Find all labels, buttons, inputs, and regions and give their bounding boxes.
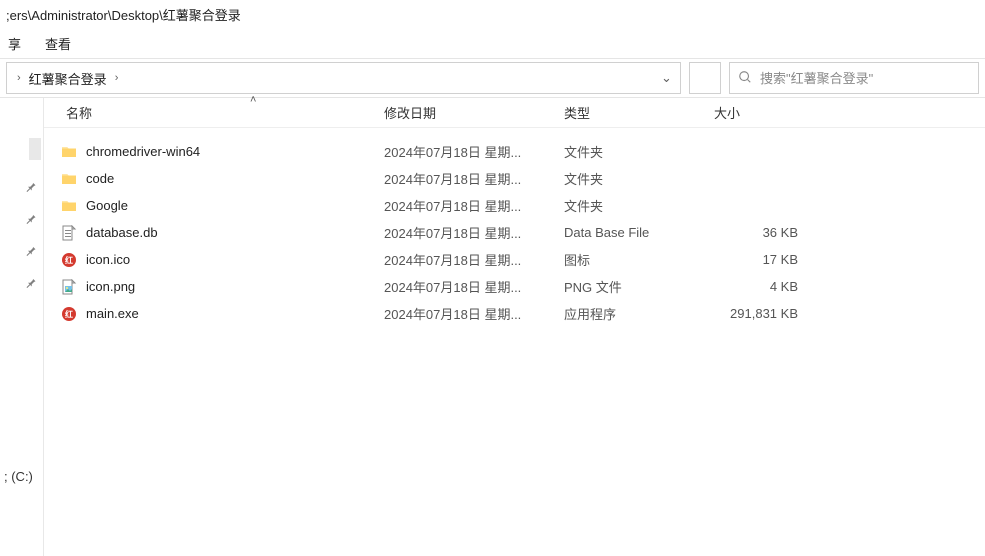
file-name: icon.png	[86, 279, 135, 294]
file-type: 图标	[564, 250, 714, 269]
window-path: ;ers\Administrator\Desktop\红薯聚合登录	[6, 5, 241, 24]
file-type: PNG 文件	[564, 277, 714, 296]
file-type: 文件夹	[564, 142, 714, 161]
file-row[interactable]: icon.png 2024年07月18日 星期...PNG 文件4 KB	[44, 273, 985, 300]
file-name-cell: chromedriver-win64	[60, 143, 384, 161]
svg-text:红: 红	[65, 255, 73, 265]
breadcrumb[interactable]: › 红薯聚合登录 › ⌄	[6, 62, 681, 94]
search-icon	[738, 70, 752, 87]
file-size: 17 KB	[714, 252, 804, 267]
sort-asc-icon: ˄	[250, 94, 256, 106]
column-header-date[interactable]: 修改日期	[384, 103, 564, 122]
file-size: 36 KB	[714, 225, 804, 240]
file-row[interactable]: chromedriver-win64 2024年07月18日 星期...文件夹	[44, 138, 985, 165]
file-name: Google	[86, 198, 128, 213]
file-size: 4 KB	[714, 279, 804, 294]
file-date: 2024年07月18日 星期...	[384, 196, 564, 215]
file-name-cell: code	[60, 170, 384, 188]
pin-icon[interactable]	[25, 276, 37, 288]
sidebar: ; (C:)	[0, 98, 44, 556]
file-row[interactable]: Google 2024年07月18日 星期...文件夹	[44, 192, 985, 219]
file-list: chromedriver-win642024年07月18日 星期...文件夹co…	[44, 128, 985, 556]
file-type: 文件夹	[564, 196, 714, 215]
folder-icon	[60, 143, 78, 161]
file-name: icon.ico	[86, 252, 130, 267]
search-input[interactable]	[760, 71, 970, 86]
file-date: 2024年07月18日 星期...	[384, 169, 564, 188]
file-type: Data Base File	[564, 225, 714, 240]
file-name-cell: 红 main.exe	[60, 305, 384, 323]
folder-icon	[60, 197, 78, 215]
file-row[interactable]: database.db 2024年07月18日 星期...Data Base Fi…	[44, 219, 985, 246]
db-icon	[60, 224, 78, 242]
file-name-cell: database.db	[60, 224, 384, 242]
folder-icon	[60, 170, 78, 188]
file-name: database.db	[86, 225, 158, 240]
file-row[interactable]: 红 icon.ico 2024年07月18日 星期...图标17 KB	[44, 246, 985, 273]
png-icon	[60, 278, 78, 296]
file-date: 2024年07月18日 星期...	[384, 277, 564, 296]
file-date: 2024年07月18日 星期...	[384, 142, 564, 161]
menu-item-view[interactable]: 查看	[45, 34, 71, 53]
file-date: 2024年07月18日 星期...	[384, 304, 564, 323]
column-header-type[interactable]: 类型	[564, 103, 714, 122]
pin-icon[interactable]	[25, 180, 37, 192]
file-size: 291,831 KB	[714, 306, 804, 321]
file-name: main.exe	[86, 306, 139, 321]
chevron-right-icon: ›	[17, 72, 21, 84]
search-box[interactable]	[729, 62, 979, 94]
file-type: 应用程序	[564, 304, 714, 323]
exe-icon: 红	[60, 305, 78, 323]
file-name: code	[86, 171, 114, 186]
chevron-down-icon[interactable]: ⌄	[652, 63, 680, 93]
file-name: chromedriver-win64	[86, 144, 200, 159]
refresh-button[interactable]	[689, 62, 721, 94]
file-name-cell: icon.png	[60, 278, 384, 296]
file-date: 2024年07月18日 星期...	[384, 223, 564, 242]
sidebar-thumb	[29, 138, 41, 160]
file-name-cell: 红 icon.ico	[60, 251, 384, 269]
file-row[interactable]: code 2024年07月18日 星期...文件夹	[44, 165, 985, 192]
main-panel: ˄ 名称 修改日期 类型 大小 chromedriver-win64 2024年0…	[44, 98, 985, 556]
drive-label[interactable]: ; (C:)	[4, 469, 33, 484]
nav-bar: › 红薯聚合登录 › ⌄	[0, 58, 985, 98]
ico-icon: 红	[60, 251, 78, 269]
chevron-right-icon: ›	[115, 72, 119, 84]
file-name-cell: Google	[60, 197, 384, 215]
menu-bar: 享 查看	[0, 28, 985, 58]
file-row[interactable]: 红 main.exe 2024年07月18日 星期...应用程序291,831 KB	[44, 300, 985, 327]
column-header-row: ˄ 名称 修改日期 类型 大小	[44, 98, 985, 128]
column-header-name[interactable]: 名称	[60, 103, 384, 122]
title-bar: ;ers\Administrator\Desktop\红薯聚合登录	[0, 0, 985, 28]
menu-item-share[interactable]: 享	[8, 34, 21, 53]
svg-text:红: 红	[65, 309, 73, 319]
file-date: 2024年07月18日 星期...	[384, 250, 564, 269]
column-header-size[interactable]: 大小	[714, 103, 804, 122]
pin-icon[interactable]	[25, 212, 37, 224]
pin-icon[interactable]	[25, 244, 37, 256]
file-type: 文件夹	[564, 169, 714, 188]
breadcrumb-current[interactable]: 红薯聚合登录	[29, 69, 107, 88]
